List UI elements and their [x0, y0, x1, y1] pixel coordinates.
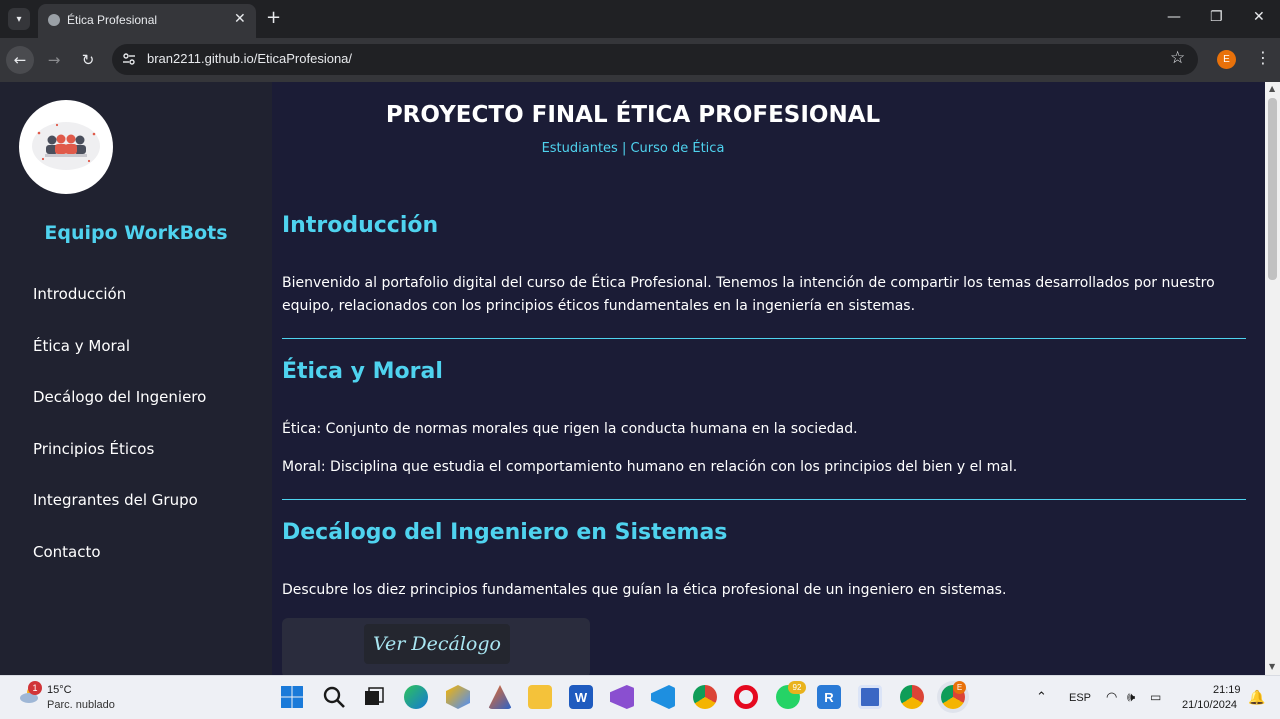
decalogo-card: Ver Decálogo [282, 618, 590, 675]
main-content: PROYECTO FINAL ÉTICA PROFESIONAL Estudia… [272, 82, 1265, 675]
url-text: bran2211.github.io/EticaProfesiona/ [147, 51, 353, 66]
clock-time[interactable]: 21:19 [1213, 684, 1241, 696]
tab-search-button[interactable]: ▾ [8, 8, 30, 30]
page-subtitle: Estudiantes | Curso de Ética [541, 141, 725, 156]
sidebar-item-contacto[interactable]: Contacto [33, 543, 101, 561]
back-arrow-icon[interactable]: ← [6, 46, 34, 74]
weather-notification-badge: 1 [28, 681, 42, 695]
sidebar-item-etica-moral[interactable]: Ética y Moral [33, 337, 130, 355]
new-tab-icon[interactable]: + [266, 8, 281, 28]
active-tab[interactable]: Ética Profesional ✕ [38, 4, 256, 38]
windows-start-icon[interactable] [280, 685, 304, 709]
opera-icon[interactable] [734, 685, 758, 709]
edge-icon[interactable] [404, 685, 428, 709]
tab-title: Ética Profesional [67, 13, 158, 27]
tray-overflow-chevron-icon[interactable]: ⌃ [1036, 689, 1047, 705]
team-name: Equipo WorkBots [44, 222, 228, 244]
section-title-decalogo: Decálogo del Ingeniero en Sistemas [282, 520, 728, 545]
section-title-introduccion: Introducción [282, 213, 439, 238]
chrome-profile-badge: E [953, 681, 966, 694]
scroll-up-arrow-icon[interactable]: ▲ [1269, 84, 1275, 93]
chrome-icon[interactable] [900, 685, 924, 709]
task-view-icon[interactable] [362, 685, 386, 709]
scrollbar-thumb[interactable] [1268, 98, 1277, 280]
sidebar-item-principios[interactable]: Principios Éticos [33, 440, 154, 458]
windows-taskbar: 1 15°C Parc. nublado W 92 R E ⌃ ESP ◠ 🕪 … [0, 675, 1280, 719]
file-explorer-icon[interactable] [528, 685, 552, 709]
scroll-down-arrow-icon[interactable]: ▼ [1269, 662, 1275, 671]
ver-decalogo-button[interactable]: Ver Decálogo [364, 624, 510, 664]
search-icon[interactable] [322, 685, 346, 709]
section-divider [282, 338, 1246, 339]
etica-definition: Ética: Conjunto de normas morales que ri… [282, 421, 858, 437]
weather-temperature: 15°C [47, 684, 72, 696]
weather-description: Parc. nublado [47, 699, 115, 711]
address-bar[interactable]: bran2211.github.io/EticaProfesiona/ ☆ [112, 44, 1198, 75]
language-indicator[interactable]: ESP [1069, 692, 1091, 704]
r-app-icon[interactable]: R [817, 685, 841, 709]
section-divider [282, 499, 1246, 500]
vscode-icon[interactable] [651, 685, 675, 709]
browser-tab-strip: ▾ Ética Profesional ✕ + — ❐ ✕ [0, 0, 1280, 38]
restore-icon[interactable]: ❐ [1210, 9, 1223, 25]
close-tab-icon[interactable]: ✕ [234, 11, 246, 27]
team-logo [19, 100, 113, 194]
sidebar-item-integrantes[interactable]: Integrantes del Grupo [33, 491, 198, 509]
hexagon-app-icon[interactable] [446, 685, 470, 709]
visual-studio-icon[interactable] [610, 685, 634, 709]
decalogo-paragraph: Descubre los diez principios fundamental… [282, 582, 1007, 598]
menu-kebab-icon[interactable]: ⋮ [1255, 48, 1271, 67]
bookmark-star-icon[interactable]: ☆ [1170, 48, 1185, 68]
section-title-etica-moral: Ética y Moral [282, 359, 443, 384]
clock-date[interactable]: 21/10/2024 [1182, 699, 1237, 711]
sidebar: Equipo WorkBots Introducción Ética y Mor… [0, 82, 272, 675]
site-settings-icon[interactable] [122, 52, 136, 66]
minimize-icon[interactable]: — [1167, 9, 1181, 25]
word-icon[interactable]: W [569, 685, 593, 709]
intro-paragraph: Bienvenido al portafolio digital del cur… [282, 275, 1215, 314]
globe-icon [48, 14, 60, 26]
matlab-icon[interactable] [488, 685, 512, 709]
page-scrollbar[interactable]: ▲ ▼ [1265, 82, 1280, 675]
moral-definition: Moral: Disciplina que estudia el comport… [282, 459, 1018, 475]
sidebar-item-introduccion[interactable]: Introducción [33, 285, 126, 303]
whatsapp-badge: 92 [788, 681, 806, 694]
window-close-icon[interactable]: ✕ [1253, 9, 1265, 25]
chrome-icon[interactable] [693, 685, 717, 709]
browser-toolbar: ← → ↻ bran2211.github.io/EticaProfesiona… [0, 38, 1280, 82]
sidebar-item-decalogo[interactable]: Decálogo del Ingeniero [33, 388, 206, 406]
reload-icon[interactable]: ↻ [74, 46, 102, 74]
page-title: PROYECTO FINAL ÉTICA PROFESIONAL [385, 102, 881, 128]
notification-bell-icon[interactable]: 🔔 [1248, 689, 1265, 706]
battery-icon[interactable]: ▭ [1150, 690, 1161, 704]
wifi-icon[interactable]: ◠ [1106, 689, 1117, 705]
notepad-icon[interactable] [858, 685, 882, 709]
volume-icon[interactable]: 🕪 [1127, 689, 1135, 705]
profile-avatar[interactable]: E [1217, 50, 1236, 69]
forward-arrow-icon[interactable]: → [40, 46, 68, 74]
team-logo-image [32, 122, 100, 170]
